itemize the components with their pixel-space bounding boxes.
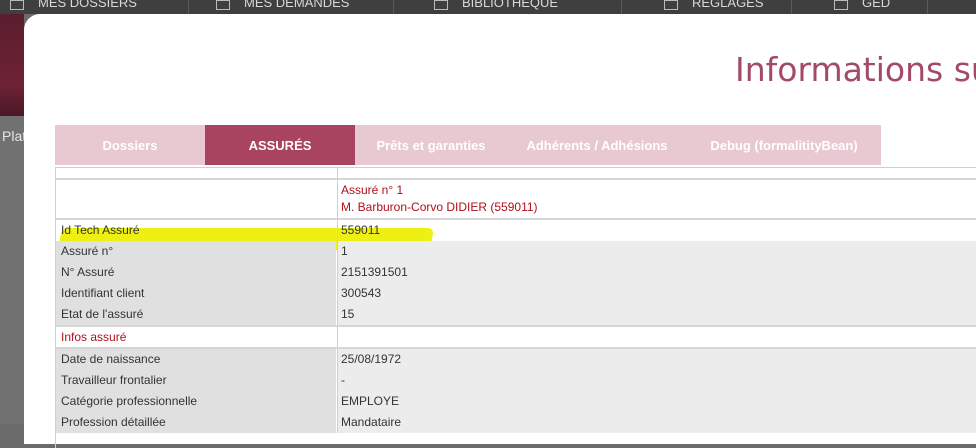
field-label: Catégorie professionnelle xyxy=(56,391,336,412)
assure-table: Assuré n° 1 M. Barburon-Corvo DIDIER (55… xyxy=(55,167,976,448)
assure-name-heading: M. Barburon-Corvo DIDIER (559011) xyxy=(341,200,538,214)
clipboard-icon xyxy=(216,0,230,10)
background-brand-banner xyxy=(0,14,24,116)
nav-reglages[interactable]: RÉGLAGES xyxy=(624,0,792,14)
info-modal: Informations sur Dossiers ASSURÉS Prêts … xyxy=(24,14,976,448)
nav-ged[interactable]: GED xyxy=(794,0,928,14)
assure-number-heading: Assuré n° 1 xyxy=(341,183,404,197)
field-label: Id Tech Assuré xyxy=(61,223,140,237)
table-row: Identifiant client 300543 xyxy=(56,283,976,304)
table-row: Profession détaillée Mandataire xyxy=(56,412,976,433)
table-row: Id Tech Assuré 559011 xyxy=(56,220,976,241)
background-panel xyxy=(0,116,24,424)
table-row: Etat de l'assuré 15 xyxy=(56,304,976,325)
field-value: Mandataire xyxy=(337,412,976,433)
section-row: Infos assuré xyxy=(56,327,976,347)
field-label: Date de naissance xyxy=(56,349,336,370)
field-value: 25/08/1972 xyxy=(337,349,976,370)
assure-header-row: Assuré n° 1 M. Barburon-Corvo DIDIER (55… xyxy=(56,180,976,218)
table-spacer-row xyxy=(56,168,976,178)
tab-bar: Dossiers ASSURÉS Prêts et garanties Adhé… xyxy=(55,125,881,165)
folder-icon xyxy=(10,0,24,10)
modal-title: Informations sur xyxy=(735,50,976,89)
field-value: EMPLOYE xyxy=(337,391,976,412)
field-value: 15 xyxy=(337,304,976,325)
table-row: Travailleur frontalier - xyxy=(56,370,976,391)
table-row: Assuré n° 1 xyxy=(56,241,976,262)
table-row: N° Assuré 2151391501 xyxy=(56,262,976,283)
field-label: Travailleur frontalier xyxy=(56,370,336,391)
tab-dossiers[interactable]: Dossiers xyxy=(55,125,205,165)
field-label: Profession détaillée xyxy=(56,412,336,433)
settings-icon xyxy=(664,0,678,10)
section-title-infos-assure: Infos assuré xyxy=(61,330,127,344)
field-label: N° Assuré xyxy=(56,262,336,283)
tab-prets-garanties[interactable]: Prêts et garanties xyxy=(355,125,507,165)
nav-mes-demandes[interactable]: MES DEMANDES xyxy=(180,0,394,14)
field-value: 2151391501 xyxy=(337,262,976,283)
field-label: Assuré n° xyxy=(56,241,336,262)
document-icon xyxy=(834,0,848,10)
field-value: 1 xyxy=(337,241,976,262)
field-value: - xyxy=(337,370,976,391)
star-icon xyxy=(434,0,448,10)
field-label: Etat de l'assuré xyxy=(56,304,336,325)
background-plat-text: Plat xyxy=(2,128,27,144)
field-value: 559011 xyxy=(337,220,976,241)
top-navigation: MES DOSSIERS MES DEMANDES BIBLIOTHÈQUE R… xyxy=(0,0,976,14)
tab-debug[interactable]: Debug (formalitityBean) xyxy=(687,125,881,165)
table-row: Catégorie professionnelle EMPLOYE xyxy=(56,391,976,412)
tab-adherents-adhesions[interactable]: Adhérents / Adhésions xyxy=(507,125,687,165)
nav-bibliotheque[interactable]: BIBLIOTHÈQUE xyxy=(396,0,622,14)
table-row: Date de naissance 25/08/1972 xyxy=(56,349,976,370)
nav-mes-dossiers[interactable]: MES DOSSIERS xyxy=(0,0,189,14)
field-label: Identifiant client xyxy=(56,283,336,304)
field-value: 300543 xyxy=(337,283,976,304)
tab-assures[interactable]: ASSURÉS xyxy=(205,125,355,165)
